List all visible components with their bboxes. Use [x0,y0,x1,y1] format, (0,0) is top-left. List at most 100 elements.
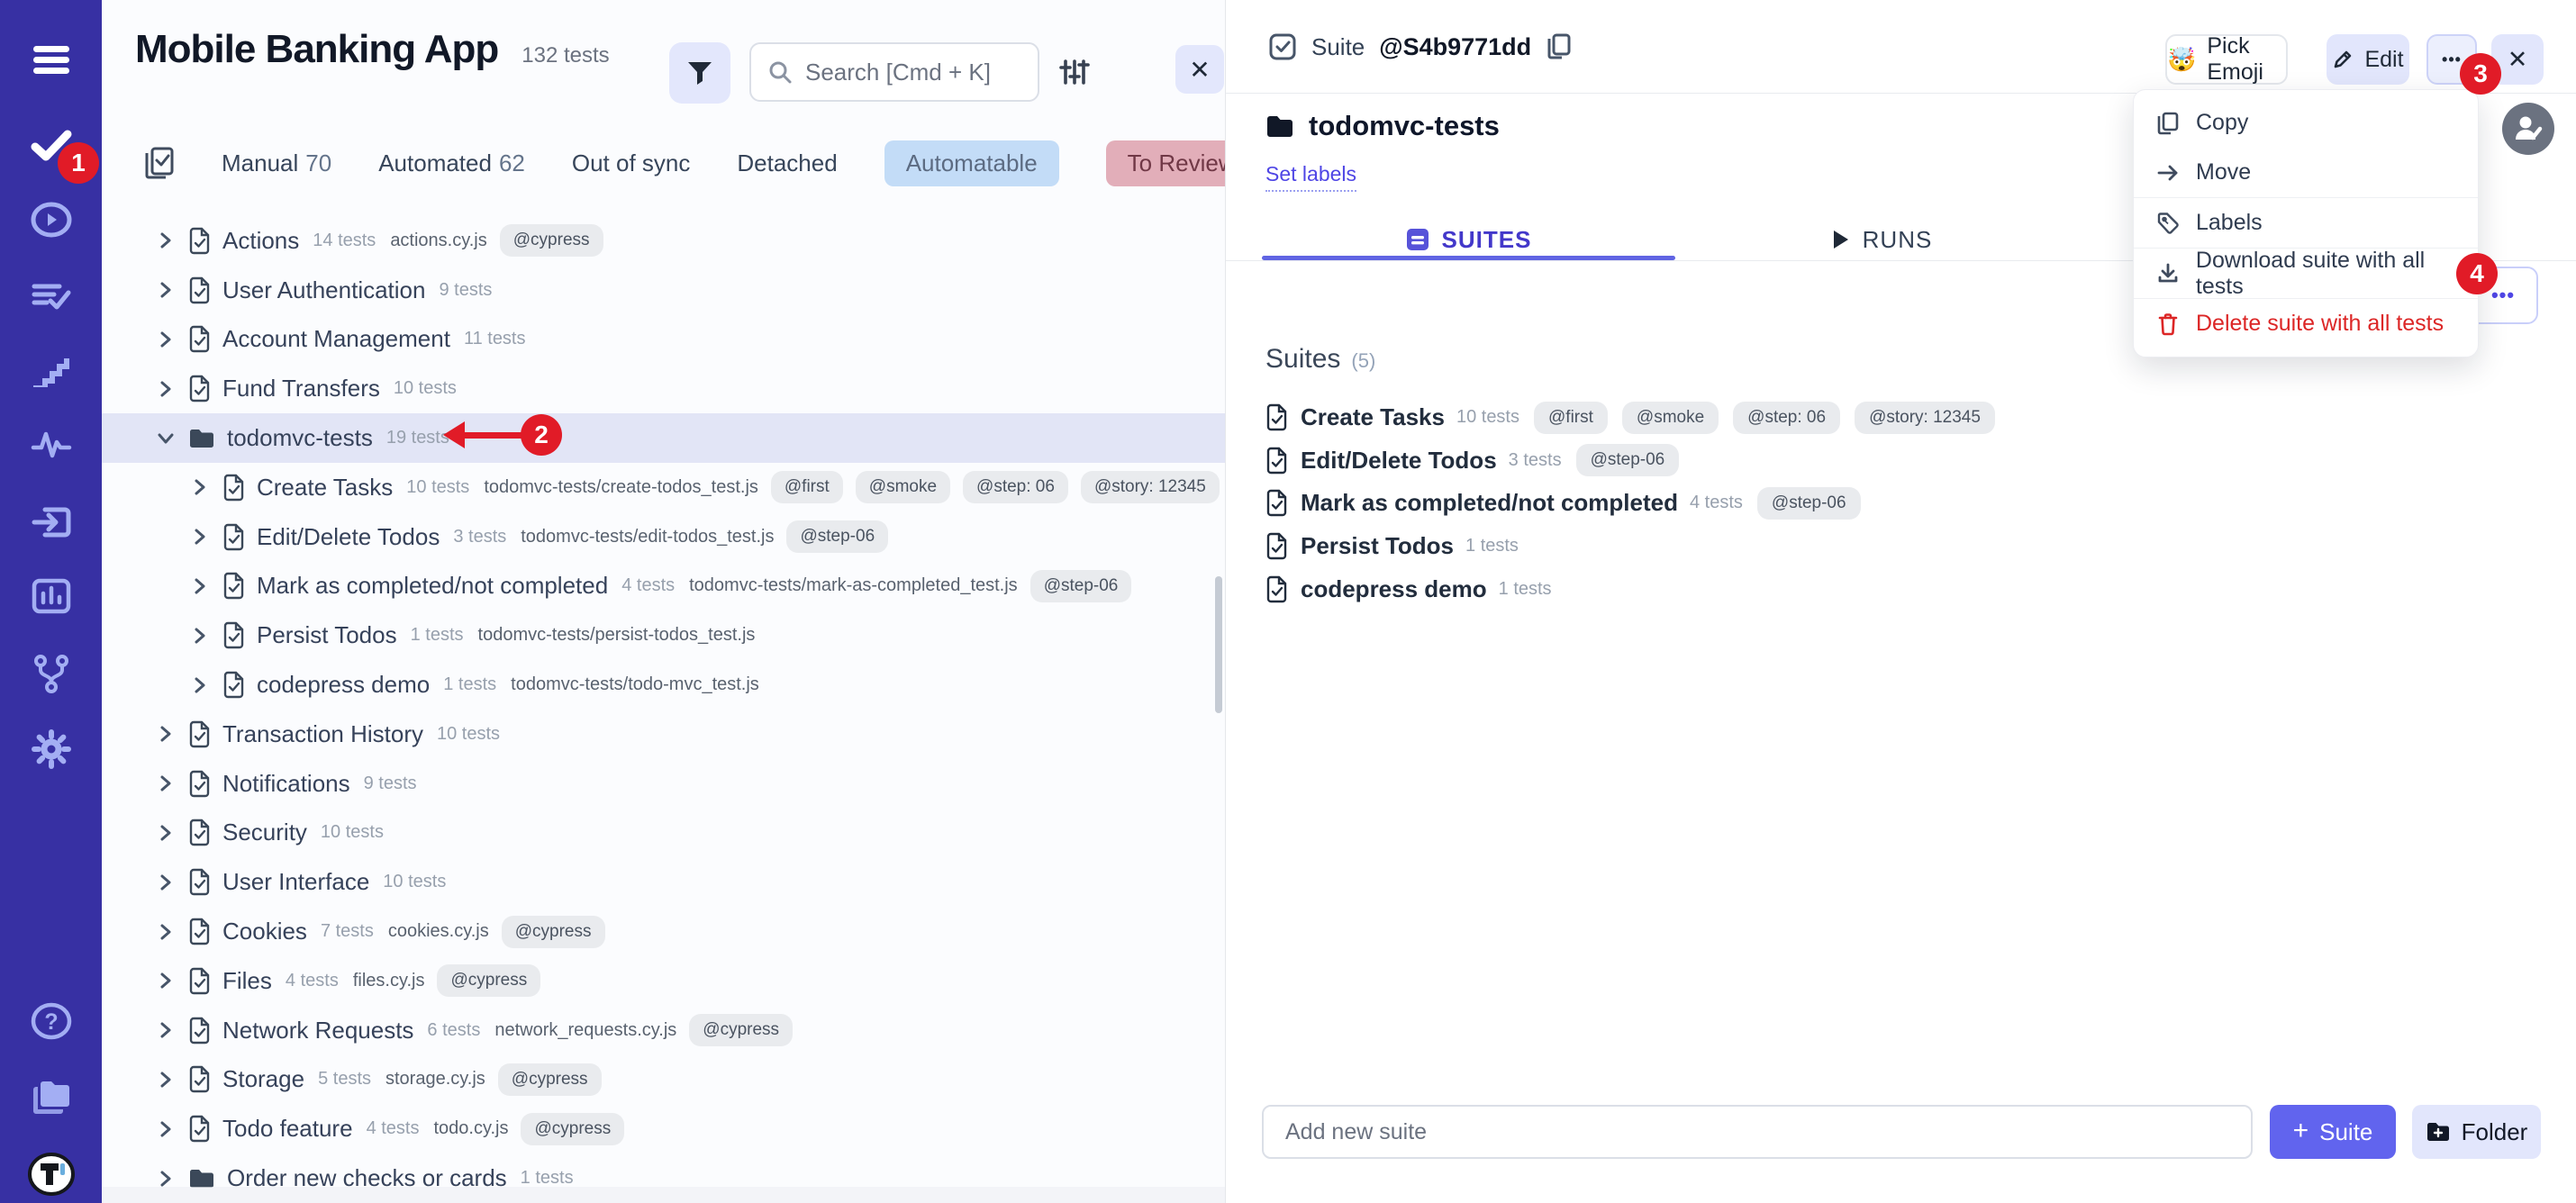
suite-row-codepress-demo[interactable]: codepress demo1 tests [1265,567,2544,611]
tree-row-codepress-demo[interactable]: codepress demo1 teststodomvc-tests/todo-… [102,660,1225,710]
tree-row-user-interface[interactable]: User Interface10 tests [102,857,1225,907]
set-labels-link[interactable]: Set labels [1265,162,1356,192]
tree-row-fund-transfers[interactable]: Fund Transfers10 tests [102,364,1225,413]
import-signin-icon[interactable] [0,497,102,547]
tree-row-account-management[interactable]: Account Management11 tests [102,315,1225,365]
tree-item-name[interactable]: Notifications [222,770,350,798]
test-plans-icon[interactable] [0,272,102,322]
tree-item-name[interactable]: Account Management [222,325,450,353]
tag-pill[interactable]: @cypress [502,916,605,948]
tag-pill[interactable]: @smoke [1622,402,1719,434]
tree-row-network-requests[interactable]: Network Requests6 testsnetwork_requests.… [102,1006,1225,1055]
suite-row-edit-delete-todos[interactable]: Edit/Delete Todos3 tests@step-06 [1265,439,2544,483]
tree-row-actions[interactable]: Actions14 testsactions.cy.js@cypress [102,216,1225,266]
search-input[interactable] [805,59,1012,86]
runs-play-icon[interactable] [0,194,102,245]
chevron-right-icon[interactable] [188,674,212,696]
tree-item-name[interactable]: Network Requests [222,1017,413,1045]
tree-row-storage[interactable]: Storage5 testsstorage.cy.js@cypress [102,1055,1225,1105]
tree-row-files[interactable]: Files4 testsfiles.cy.js@cypress [102,956,1225,1006]
help-question-icon[interactable]: ? [0,996,102,1046]
view-settings-button[interactable] [1052,50,1097,95]
tag-pill[interactable]: @cypress [437,964,540,997]
chevron-right-icon[interactable] [188,526,212,547]
chevron-right-icon[interactable] [154,1118,177,1140]
suite-name[interactable]: Edit/Delete Todos [1301,447,1497,475]
chevron-right-icon[interactable] [154,230,177,251]
tree-row-edit-delete-todos[interactable]: Edit/Delete Todos3 teststodomvc-tests/ed… [102,512,1225,562]
tree-row-mark-as-completed-not-completed[interactable]: Mark as completed/not completed4 teststo… [102,562,1225,611]
analytics-chart-icon[interactable] [0,571,102,621]
tag-pill[interactable]: @step-06 [1030,570,1132,602]
chevron-right-icon[interactable] [154,723,177,745]
chevron-right-icon[interactable] [154,872,177,893]
tree-item-name[interactable]: Create Tasks [257,474,393,502]
tree-item-name[interactable]: Fund Transfers [222,375,380,403]
suite-name[interactable]: Mark as completed/not completed [1301,489,1678,517]
tree-row-user-authentication[interactable]: User Authentication9 tests [102,266,1225,315]
edit-suite-button[interactable]: Edit [2327,34,2409,85]
tree-item-name[interactable]: Edit/Delete Todos [257,523,440,551]
filter-button[interactable] [669,42,730,104]
tree-item-name[interactable]: User Authentication [222,276,425,304]
tag-pill[interactable]: @cypress [689,1014,793,1046]
tag-pill[interactable]: @step: 06 [963,471,1068,503]
tree-item-name[interactable]: Persist Todos [257,621,397,649]
add-folder-button[interactable]: Folder [2412,1105,2541,1159]
tree-item-name[interactable]: Cookies [222,918,307,945]
chevron-right-icon[interactable] [154,921,177,943]
chevron-down-icon[interactable] [154,430,177,447]
menu-item-move[interactable]: Move [2134,148,2478,197]
suite-row-create-tasks[interactable]: Create Tasks10 tests@first@smoke@step: 0… [1265,396,2544,439]
tree-row-cookies[interactable]: Cookies7 testscookies.cy.js@cypress [102,907,1225,956]
chevron-right-icon[interactable] [154,1019,177,1041]
chevron-right-icon[interactable] [154,1168,177,1189]
tree-item-name[interactable]: Actions [222,227,299,255]
tree-row-todomvc-tests[interactable]: todomvc-tests19 tests [102,413,1225,463]
close-panel-button[interactable]: ✕ [1175,45,1224,94]
tree-row-create-tasks[interactable]: Create Tasks10 teststodomvc-tests/create… [102,463,1225,512]
tag-pill[interactable]: @step-06 [1757,487,1861,520]
scrollbar-thumb[interactable] [1215,576,1222,713]
tag-pill[interactable]: @step-06 [1576,444,1680,476]
suite-row-mark-as-completed-not-completed[interactable]: Mark as completed/not completed4 tests@s… [1265,482,2544,525]
suite-name[interactable]: Persist Todos [1301,532,1454,560]
tree-item-name[interactable]: Storage [222,1065,304,1093]
tag-pill[interactable]: @smoke [856,471,950,503]
tag-pill[interactable]: @story: 12345 [1855,402,1995,434]
pick-emoji-button[interactable]: 🤯 Pick Emoji [2165,34,2288,85]
chevron-right-icon[interactable] [154,279,177,301]
chevron-right-icon[interactable] [188,575,212,597]
suite-name[interactable]: codepress demo [1301,575,1487,603]
chevron-right-icon[interactable] [154,378,177,400]
copy-id-icon[interactable] [1546,32,1573,61]
filter-tab-automatable[interactable]: Automatable [884,140,1059,186]
tree-row-transaction-history[interactable]: Transaction History10 tests [102,710,1225,759]
menu-item-copy[interactable]: Copy [2134,98,2478,148]
chevron-right-icon[interactable] [188,476,212,498]
search-box[interactable] [749,42,1039,102]
filter-tab-detached[interactable]: Detached [737,149,837,177]
projects-folders-icon[interactable] [0,1072,102,1122]
hamburger-menu-icon[interactable] [0,34,102,85]
pulse-activity-icon[interactable] [0,420,102,470]
tree-item-name[interactable]: Mark as completed/not completed [257,572,608,600]
tree-item-name[interactable]: Todo feature [222,1115,353,1143]
tree-item-name[interactable]: codepress demo [257,671,430,699]
add-suite-button[interactable]: + Suite [2270,1105,2396,1159]
chevron-right-icon[interactable] [154,773,177,794]
chevron-right-icon[interactable] [154,329,177,350]
add-suite-input[interactable] [1262,1105,2253,1159]
tree-row-todo-feature[interactable]: Todo feature4 teststodo.cy.js@cypress [102,1104,1225,1153]
assignee-avatar[interactable] [2502,103,2554,155]
chevron-right-icon[interactable] [154,970,177,991]
tree-item-name[interactable]: Files [222,967,272,995]
tree-item-name[interactable]: Transaction History [222,720,423,748]
suite-row-persist-todos[interactable]: Persist Todos1 tests [1265,525,2544,568]
filter-tab-out-of-sync[interactable]: Out of sync [572,149,691,177]
settings-gear-icon[interactable] [0,724,102,774]
logo-avatar[interactable] [0,1149,102,1199]
suite-name[interactable]: Create Tasks [1301,403,1445,431]
menu-item-delete-suite-with-all-tests[interactable]: Delete suite with all tests [2134,299,2478,348]
tag-pill[interactable]: @first [771,471,843,503]
